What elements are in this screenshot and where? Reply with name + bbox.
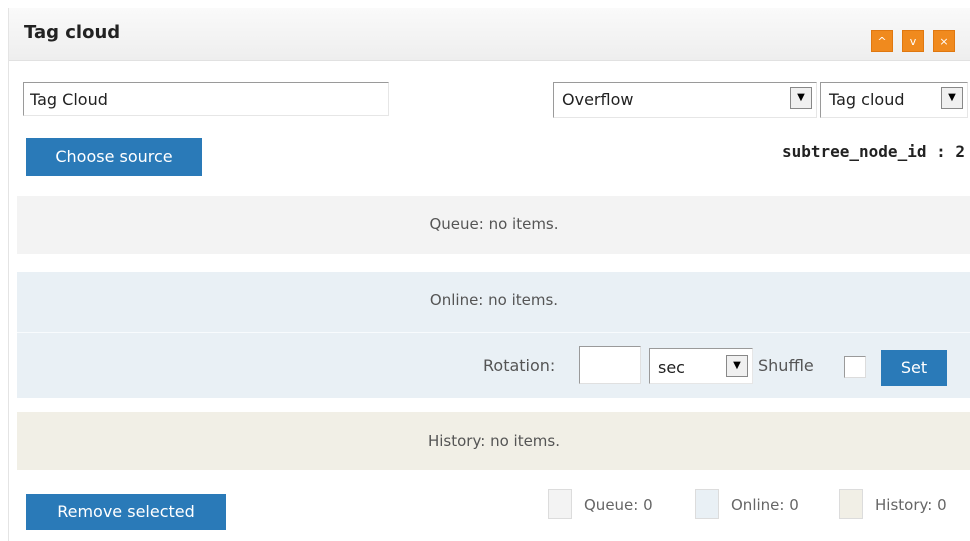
rotation-unit-select[interactable]: sec ▼	[649, 348, 753, 384]
subtree-node-id: subtree_node_id : 2	[781, 142, 965, 161]
dropdown-arrow-icon[interactable]: ▼	[941, 87, 963, 109]
history-count: History: 0	[875, 496, 947, 514]
choose-source-button[interactable]: Choose source	[26, 138, 202, 176]
name-input[interactable]	[23, 82, 389, 116]
close-icon[interactable]: ×	[933, 30, 955, 52]
remove-selected-button[interactable]: Remove selected	[26, 494, 226, 530]
online-count: Online: 0	[731, 496, 799, 514]
view-select[interactable]: Tag cloud ▼	[820, 82, 968, 118]
dropdown-arrow-icon[interactable]: ▼	[726, 355, 748, 377]
history-zone: History: no items.	[17, 412, 970, 470]
shuffle-label: Shuffle	[758, 356, 814, 375]
online-zone: Online: no items. Rotation: sec ▼ Shuffl…	[17, 272, 970, 398]
set-button[interactable]: Set	[881, 350, 947, 386]
rotation-input[interactable]	[579, 346, 641, 384]
online-message: Online: no items.	[429, 291, 559, 309]
chevron-up-icon[interactable]: ^	[871, 30, 893, 52]
dropdown-arrow-icon[interactable]: ▼	[790, 87, 812, 109]
history-legend-swatch	[839, 489, 863, 519]
shuffle-checkbox[interactable]	[844, 356, 866, 378]
queue-count: Queue: 0	[584, 496, 653, 514]
rotation-unit-value: sec	[658, 358, 685, 377]
overflow-select-value: Overflow	[562, 90, 634, 109]
panel-title: Tag cloud	[24, 22, 121, 43]
view-select-value: Tag cloud	[829, 90, 905, 109]
history-message: History: no items.	[427, 432, 561, 450]
queue-message: Queue: no items.	[429, 215, 559, 233]
overflow-select[interactable]: Overflow ▼	[553, 82, 817, 118]
tag-cloud-panel: Tag cloud ^ v × Overflow ▼ Tag cloud ▼ C…	[8, 8, 970, 541]
queue-legend-swatch	[548, 489, 572, 519]
online-legend-swatch	[695, 489, 719, 519]
chevron-down-icon[interactable]: v	[902, 30, 924, 52]
panel-header: Tag cloud ^ v ×	[9, 8, 970, 61]
queue-zone: Queue: no items.	[17, 196, 970, 254]
rotation-label: Rotation:	[483, 356, 556, 375]
online-divider	[17, 332, 970, 333]
